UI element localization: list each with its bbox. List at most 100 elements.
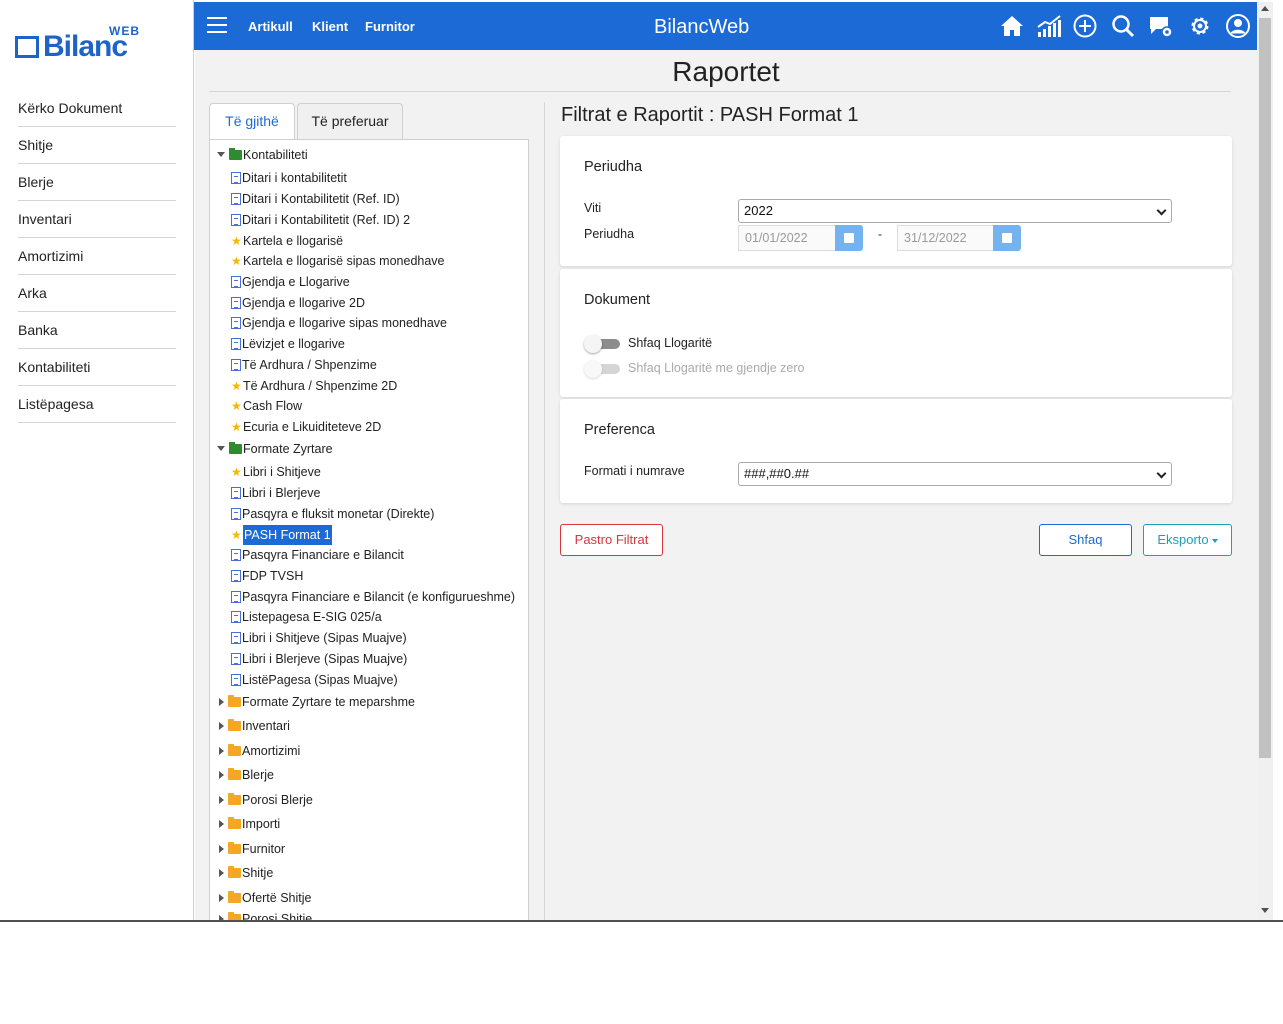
sidebar-item-kontabiliteti[interactable]: Kontabiliteti xyxy=(18,349,176,386)
tree-item[interactable]: Inventari xyxy=(217,715,290,735)
main-content: Raportet Të gjithë Të preferuar Kontabil… xyxy=(195,50,1257,922)
tree-item[interactable]: Formate Zyrtare xyxy=(217,438,333,458)
tree-item[interactable]: Pasqyra e fluksit monetar (Direkte) xyxy=(231,503,434,523)
tree-item[interactable]: Gjendja e Llogarive xyxy=(231,271,350,291)
clear-filters-button[interactable]: Pastro Filtrat xyxy=(560,524,663,556)
hamburger-icon[interactable] xyxy=(207,17,227,33)
sidebar-item-amortizimi[interactable]: Amortizimi xyxy=(18,238,176,275)
tree-item[interactable]: Pasqyra Financiare e Bilancit xyxy=(231,544,404,564)
tree-item-label: Ditari i kontabilitetit xyxy=(242,170,347,185)
star-icon: ★ xyxy=(231,233,242,248)
sidebar-item-shitje[interactable]: Shitje xyxy=(18,127,176,164)
tree-item[interactable]: ★Cash Flow xyxy=(231,395,302,415)
caret-right-icon[interactable] xyxy=(219,868,224,877)
tree-item[interactable]: Importi xyxy=(217,813,280,833)
bilanc-logo[interactable]: WEB Bilanc xyxy=(15,24,145,66)
gear-icon[interactable] xyxy=(1187,13,1213,39)
caret-right-icon[interactable] xyxy=(219,893,224,902)
tree-item[interactable]: Libri i Blerjeve (Sipas Muajve) xyxy=(231,648,407,668)
nav-link-furnitor[interactable]: Furnitor xyxy=(365,19,415,34)
star-icon: ★ xyxy=(231,398,242,413)
tree-item[interactable]: ★Ecuria e Likuiditeteve 2D xyxy=(231,416,381,436)
tree-item-label: Libri i Blerjeve xyxy=(242,485,321,500)
date-to-input[interactable]: 31/12/2022 xyxy=(897,225,995,251)
tree-item[interactable]: Gjendja e llogarive 2D xyxy=(231,292,365,312)
tree-item[interactable]: Pasqyra Financiare e Bilancit (e konfigu… xyxy=(231,586,515,606)
export-button[interactable]: Eksporto xyxy=(1143,524,1232,556)
caret-right-icon[interactable] xyxy=(219,819,224,828)
sidebar-item-blerje[interactable]: Blerje xyxy=(18,164,176,201)
show-accounts-toggle[interactable] xyxy=(584,335,620,353)
tree-item[interactable]: Ofertë Shitje xyxy=(217,887,311,907)
folder-open-icon xyxy=(229,147,242,160)
folder-icon xyxy=(228,743,241,756)
number-format-select[interactable]: ###,##0.## xyxy=(738,462,1172,486)
tree-item[interactable]: Formate Zyrtare te meparshme xyxy=(217,691,415,711)
sidebar-item-banka[interactable]: Banka xyxy=(18,312,176,349)
tree-item[interactable]: ★Të Ardhura / Shpenzime 2D xyxy=(231,375,397,395)
calendar-icon[interactable] xyxy=(993,225,1021,251)
tree-item[interactable]: Shitje xyxy=(217,862,273,882)
caret-right-icon[interactable] xyxy=(219,844,224,853)
nav-link-klient[interactable]: Klient xyxy=(312,19,348,34)
caret-right-icon[interactable] xyxy=(219,721,224,730)
top-navbar: Artikull Klient Furnitor BilancWeb xyxy=(194,2,1257,50)
tree-item[interactable]: ★ PASH Format 1 xyxy=(231,524,332,545)
sidebar-item-arka[interactable]: Arka xyxy=(18,275,176,312)
tree-item[interactable]: Ditari i kontabilitetit xyxy=(231,167,347,187)
sidebar-item-kerko-dokument[interactable]: Kërko Dokument xyxy=(18,90,176,127)
tree-item[interactable]: ★Kartela e llogarisë sipas monedhave xyxy=(231,250,445,270)
tree-item[interactable]: Ditari i Kontabilitetit (Ref. ID) 2 xyxy=(231,209,410,229)
caret-down-icon[interactable] xyxy=(217,446,225,452)
filters-title: Filtrat e Raportit : PASH Format 1 xyxy=(561,104,859,126)
date-from-input[interactable]: 01/01/2022 xyxy=(738,225,836,251)
scroll-down-icon[interactable] xyxy=(1261,908,1269,913)
caret-right-icon[interactable] xyxy=(219,770,224,779)
caret-right-icon[interactable] xyxy=(219,746,224,755)
search-icon[interactable] xyxy=(1110,13,1136,39)
tree-item[interactable]: ★Kartela e llogarisë xyxy=(231,230,343,250)
tab-all[interactable]: Të gjithë xyxy=(209,103,295,139)
tree-item[interactable]: Të Ardhura / Shpenzime xyxy=(231,354,377,374)
home-icon[interactable] xyxy=(999,13,1025,39)
calendar-icon[interactable] xyxy=(835,225,863,251)
tree-item[interactable]: Blerje xyxy=(217,764,274,784)
plus-circle-icon[interactable] xyxy=(1072,13,1098,39)
tree-item[interactable]: FDP TVSH xyxy=(231,565,303,585)
year-select[interactable]: 2022 xyxy=(738,199,1172,223)
tree-item[interactable]: Ditari i Kontabilitetit (Ref. ID) xyxy=(231,188,400,208)
scroll-thumb[interactable] xyxy=(1259,18,1271,758)
tree-item-label: ListëPagesa (Sipas Muajve) xyxy=(242,672,398,687)
number-format-label: Formati i numrave xyxy=(584,464,685,478)
tree-item[interactable]: Amortizimi xyxy=(217,740,300,760)
caret-right-icon[interactable] xyxy=(219,795,224,804)
user-icon[interactable] xyxy=(1225,13,1251,39)
tree-item[interactable]: Libri i Blerjeve xyxy=(231,482,321,502)
tree-item[interactable]: Porosi Blerje xyxy=(217,789,313,809)
message-settings-icon[interactable] xyxy=(1148,13,1174,39)
tree-item[interactable]: ListëPagesa (Sipas Muajve) xyxy=(231,669,398,689)
tree-item[interactable]: Furnitor xyxy=(217,838,285,858)
chart-icon[interactable] xyxy=(1036,13,1062,39)
show-button[interactable]: Shfaq xyxy=(1039,524,1132,556)
tree-item-label: PASH Format 1 xyxy=(243,524,332,545)
folder-icon xyxy=(228,816,241,829)
tree-item[interactable]: ★Libri i Shitjeve xyxy=(231,461,321,481)
sidebar-item-inventari[interactable]: Inventari xyxy=(18,201,176,238)
page-scrollbar[interactable] xyxy=(1257,2,1273,920)
tab-favorites[interactable]: Të preferuar xyxy=(297,103,403,139)
tree-item[interactable]: Lëvizjet e llogarive xyxy=(231,333,345,353)
sidebar-item-listepagesa[interactable]: Listëpagesa xyxy=(18,386,176,423)
window-bottom-border xyxy=(0,920,1283,922)
tree-item-label: Lëvizjet e llogarive xyxy=(242,336,345,351)
caret-right-icon[interactable] xyxy=(219,697,224,706)
nav-link-artikull[interactable]: Artikull xyxy=(248,19,293,34)
tree-item[interactable]: Listepagesa E-SIG 025/a xyxy=(231,606,382,626)
tree-item-label: Kartela e llogarisë xyxy=(243,233,344,248)
tree-item[interactable]: Kontabiliteti xyxy=(217,144,308,164)
caret-down-icon[interactable] xyxy=(217,152,225,158)
scroll-up-icon[interactable] xyxy=(1261,6,1269,11)
logo-bracket-icon xyxy=(15,36,31,58)
tree-item[interactable]: Gjendja e llogarive sipas monedhave xyxy=(231,312,447,332)
tree-item[interactable]: Libri i Shitjeve (Sipas Muajve) xyxy=(231,627,407,647)
